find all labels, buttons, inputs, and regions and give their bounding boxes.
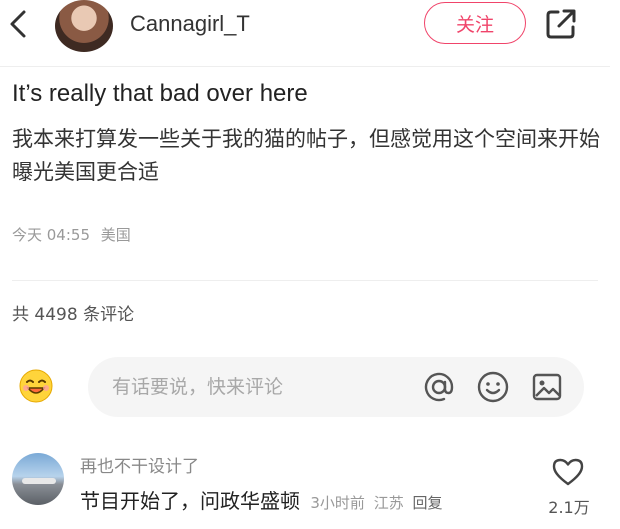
emoji-sticker-icon [19,369,53,403]
content-divider [12,280,598,281]
follow-button[interactable]: 关注 [424,2,526,44]
emoji-sticker-button[interactable] [18,368,54,404]
smile-icon [477,371,509,403]
comment-location: 江苏 [373,494,404,512]
reply-button[interactable]: 回复 [412,494,442,512]
image-icon [532,373,562,401]
comment-text-row: 节目开始了，问政华盛顿 3小时前 江苏 回复 [80,485,447,514]
chevron-left-icon [10,10,26,38]
comment-input[interactable] [112,357,402,417]
comment-username[interactable]: 再也不干设计了 [80,452,199,477]
author-username[interactable]: Cannagirl_T [130,11,250,37]
like-count: 2.1万 [548,498,590,517]
emoji-button[interactable] [476,370,510,404]
back-button[interactable] [4,6,34,42]
comment-text: 节目开始了，问政华盛顿 [80,489,300,513]
mention-button[interactable] [422,370,456,404]
share-icon [546,9,576,39]
post-body: 我本来打算发一些关于我的猫的帖子，但感觉用这个空间来开始曝光美国更合适 [12,127,600,184]
like-button[interactable] [551,457,585,487]
post-header: Cannagirl_T 关注 [0,0,620,52]
image-button[interactable] [530,370,564,404]
post-location: 美国 [100,226,131,244]
comment-input-box [88,357,584,417]
header-divider [0,66,610,67]
comment-count: 共 4498 条评论 [12,305,135,325]
share-button[interactable] [543,6,579,42]
comment-meta: 3小时前 江苏 回复 [310,494,446,512]
heart-icon [552,458,584,486]
at-icon [424,372,454,402]
comment-avatar[interactable] [12,453,64,505]
comment-time: 3小时前 [310,494,365,512]
post-meta: 今天 04:55 美国 [12,224,137,245]
post-time: 今天 04:55 [12,226,90,244]
post-title: It’s really that bad over here [12,80,308,107]
author-avatar[interactable] [55,0,113,52]
airplane-graphic [22,478,56,484]
